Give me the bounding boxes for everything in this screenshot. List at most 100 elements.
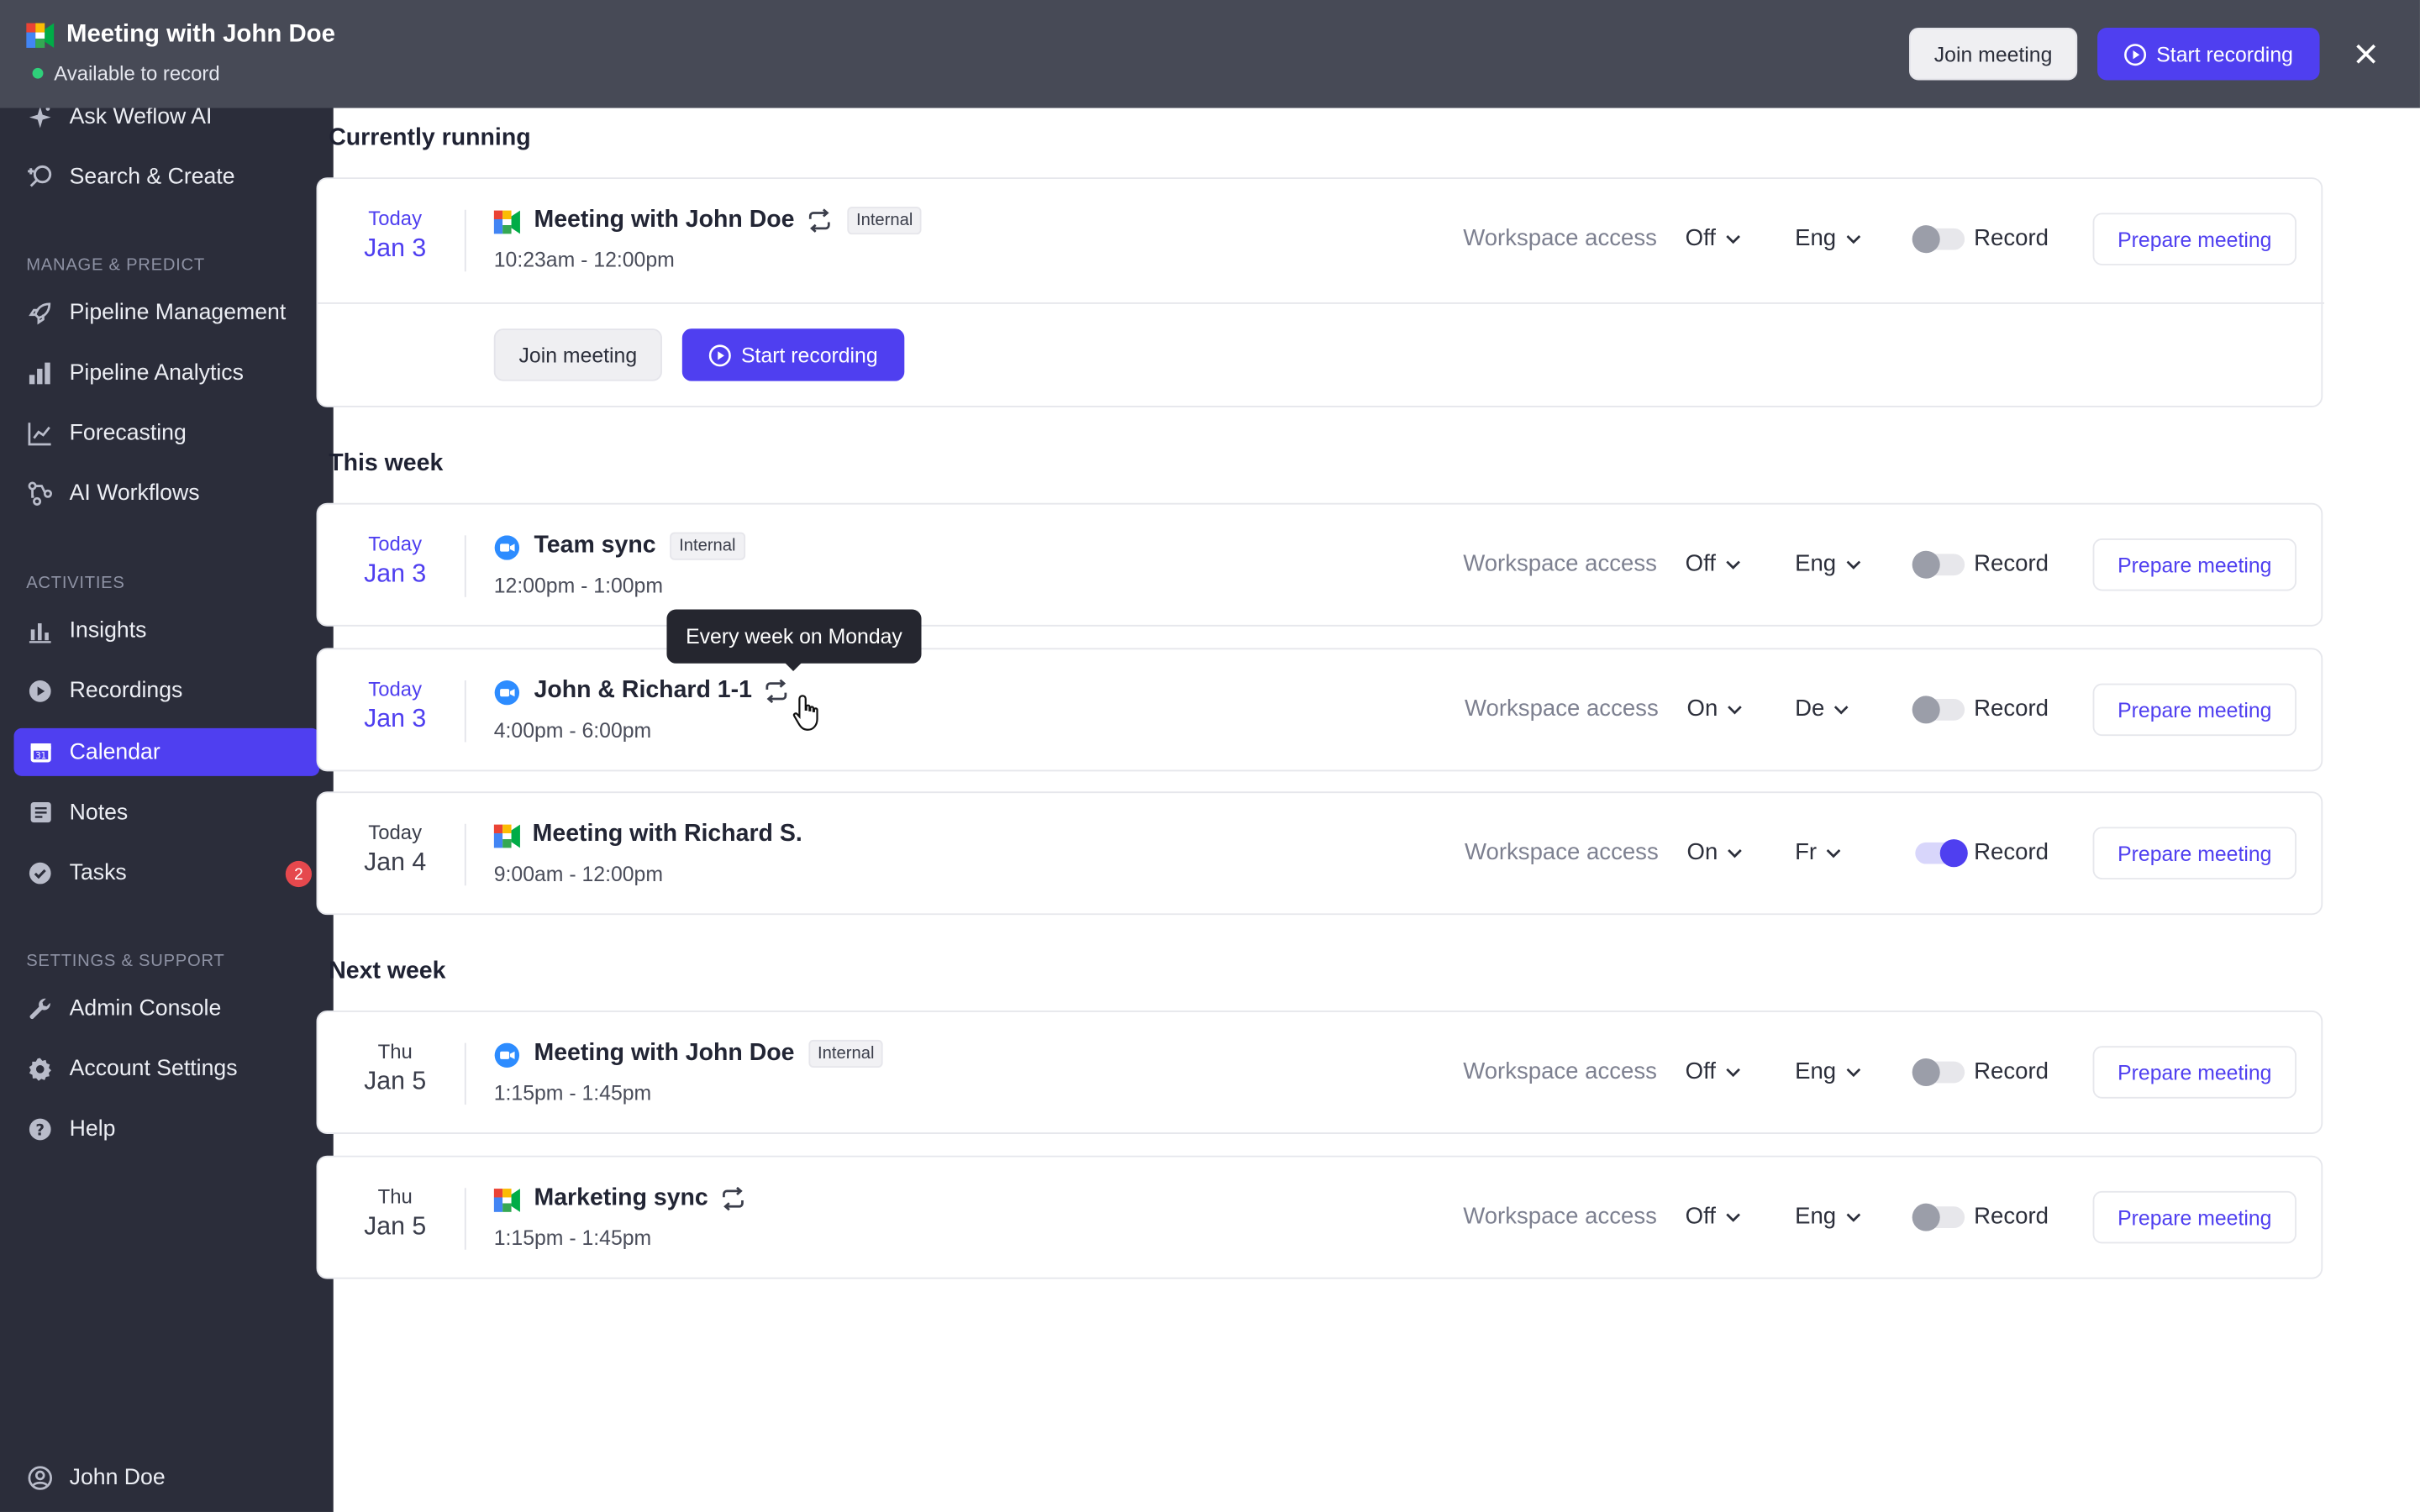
toggle-knob: [1912, 1058, 1940, 1087]
repeat-icon[interactable]: [763, 679, 791, 704]
record-toggle[interactable]: [1912, 1203, 1965, 1231]
meeting-date-number: Jan 3: [364, 559, 427, 588]
prepare-meeting-button[interactable]: Prepare meeting: [2092, 683, 2297, 737]
sidebar-item-ai-workflows[interactable]: AI Workflows: [14, 469, 320, 517]
calendar-icon: 31: [26, 738, 54, 766]
prepare-meeting-button[interactable]: Prepare meeting: [2092, 538, 2297, 591]
banner-join-meeting-button[interactable]: Join meeting: [1908, 28, 2078, 81]
rocket-icon: [26, 298, 54, 326]
workspace-access-dropdown[interactable]: Off: [1686, 1058, 1742, 1084]
meeting-date-number: Jan 3: [364, 234, 427, 263]
toggle-knob: [1939, 839, 1968, 868]
meeting-row[interactable]: Today Jan 3 John & Richard 1-1 4:00pm - …: [318, 649, 2324, 773]
banner-status: Available to record: [32, 61, 220, 85]
toggle-knob: [1912, 696, 1940, 724]
play-circle-icon: [26, 676, 54, 704]
chevron-down-icon: [1834, 705, 1849, 714]
section-label-settings-support: SETTINGS & SUPPORT: [26, 952, 225, 971]
meeting-title: John & Richard 1-1: [534, 677, 752, 704]
meeting-row[interactable]: Thu Jan 5 Meeting with John Doe Internal…: [318, 1012, 2324, 1136]
sidebar-user-profile[interactable]: John Doe: [14, 1453, 320, 1501]
workspace-access-dropdown[interactable]: Off: [1686, 225, 1742, 251]
user-name: John Doe: [69, 1464, 166, 1490]
svg-text:?: ?: [35, 1121, 45, 1139]
workspace-access-dropdown[interactable]: On: [1687, 696, 1744, 722]
sidebar-item-calendar[interactable]: 31 Calendar: [13, 727, 320, 776]
record-label: Record: [1974, 1058, 2049, 1085]
notes-icon: [26, 798, 54, 826]
sidebar-item-help[interactable]: ? Help: [14, 1105, 320, 1152]
check-circle-icon: [26, 858, 54, 886]
chevron-down-icon: [1826, 848, 1841, 858]
sidebar-item-insights[interactable]: Insights: [14, 606, 320, 654]
meeting-row[interactable]: Thu Jan 5 Marketing sync 1:15pm - 1:45pm…: [318, 1158, 2324, 1281]
meeting-card: Thu Jan 5 Meeting with John Doe Internal…: [316, 1011, 2324, 1136]
record-toggle[interactable]: [1912, 225, 1965, 254]
close-icon[interactable]: [2350, 39, 2381, 70]
chevron-down-icon: [1846, 234, 1860, 244]
sidebar-item-pipeline-analytics[interactable]: Pipeline Analytics: [14, 349, 320, 396]
workspace-access-value: On: [1686, 839, 1718, 866]
prepare-meeting-button[interactable]: Prepare meeting: [2092, 213, 2297, 265]
workspace-access-label: Workspace access: [1463, 1203, 1657, 1230]
group-title-next-week: Next week: [329, 958, 446, 984]
workspace-access-dropdown[interactable]: Off: [1686, 1204, 1742, 1230]
meeting-date: Today Jan 3: [318, 533, 472, 590]
meeting-row[interactable]: Today Jan 3 Meeting with John Doe Intern…: [318, 179, 2324, 302]
record-toggle[interactable]: [1912, 696, 1965, 724]
sidebar-item-account-settings[interactable]: Account Settings: [14, 1044, 320, 1092]
sidebar-item-label: Search & Create: [69, 164, 235, 189]
record-toggle[interactable]: [1912, 550, 1965, 579]
banner-meeting-title: Meeting with John Doe: [66, 21, 335, 48]
prepare-meeting-button[interactable]: Prepare meeting: [2092, 1046, 2297, 1099]
sidebar-item-pipeline-management[interactable]: Pipeline Management: [14, 288, 320, 336]
workspace-access-dropdown[interactable]: Off: [1686, 551, 1742, 577]
button-label: Start recording: [741, 343, 878, 367]
sidebar-item-admin-console[interactable]: Admin Console: [14, 984, 320, 1032]
language-dropdown[interactable]: Eng: [1795, 1204, 1862, 1230]
record-toggle[interactable]: [1912, 1058, 1965, 1087]
meeting-card: Today Jan 4 Meeting with Richard S. 9:00…: [316, 791, 2324, 916]
start-recording-button[interactable]: Start recording: [681, 328, 905, 381]
workflow-icon: [26, 479, 54, 507]
prepare-meeting-button[interactable]: Prepare meeting: [2092, 827, 2297, 879]
user-circle-icon: [26, 1463, 54, 1491]
sidebar-item-forecasting[interactable]: Forecasting: [14, 409, 320, 457]
join-meeting-button[interactable]: Join meeting: [493, 328, 662, 381]
language-dropdown[interactable]: Eng: [1795, 551, 1862, 577]
record-toggle[interactable]: [1915, 839, 1968, 868]
tasks-count-badge: 2: [285, 860, 313, 888]
sidebar-item-recordings[interactable]: Recordings: [14, 666, 320, 714]
banner-start-recording-button[interactable]: Start recording: [2097, 28, 2320, 81]
sidebar-item-tasks[interactable]: Tasks 2: [14, 848, 320, 896]
language-dropdown[interactable]: Eng: [1795, 225, 1862, 251]
record-label: Record: [1974, 1203, 2049, 1230]
language-dropdown[interactable]: Fr: [1795, 839, 1843, 865]
record-label: Record: [1974, 696, 2049, 722]
sidebar-item-label: Recordings: [69, 678, 183, 703]
meeting-row[interactable]: Today Jan 3 Team sync Internal 12:00pm -…: [318, 505, 2324, 628]
repeat-icon[interactable]: [719, 1186, 747, 1211]
google-meet-icon: [26, 23, 55, 48]
language-dropdown[interactable]: De: [1795, 696, 1850, 722]
repeat-icon[interactable]: [805, 208, 833, 233]
meeting-title-wrap: Meeting with Richard S.: [533, 821, 802, 848]
sidebar-item-notes[interactable]: Notes: [14, 789, 320, 837]
workspace-access-dropdown[interactable]: On: [1687, 839, 1744, 865]
prepare-meeting-button[interactable]: Prepare meeting: [2092, 1190, 2297, 1244]
meeting-date-number: Jan 4: [364, 848, 427, 877]
chevron-down-icon: [1725, 1212, 1740, 1221]
sidebar-item-label: Tasks: [69, 859, 127, 885]
meeting-row[interactable]: Today Jan 4 Meeting with Richard S. 9:00…: [318, 793, 2324, 916]
gear-icon: [26, 1054, 54, 1082]
record-label: Record: [1974, 225, 2049, 252]
meeting-card-running: Today Jan 3 Meeting with John Doe Intern…: [316, 177, 2325, 407]
language-value: Eng: [1795, 225, 1837, 252]
workspace-access-label: Workspace access: [1463, 550, 1657, 577]
sidebar-item-search-create[interactable]: Search & Create: [14, 153, 320, 201]
meeting-date-number: Jan 5: [364, 1212, 427, 1241]
meeting-banner: Meeting with John Doe Available to recor…: [0, 0, 2420, 108]
sidebar: Ask Weflow AI Search & Create MANAGE & P…: [0, 0, 334, 1512]
trend-chart-icon: [26, 419, 54, 447]
language-dropdown[interactable]: Eng: [1795, 1058, 1862, 1084]
